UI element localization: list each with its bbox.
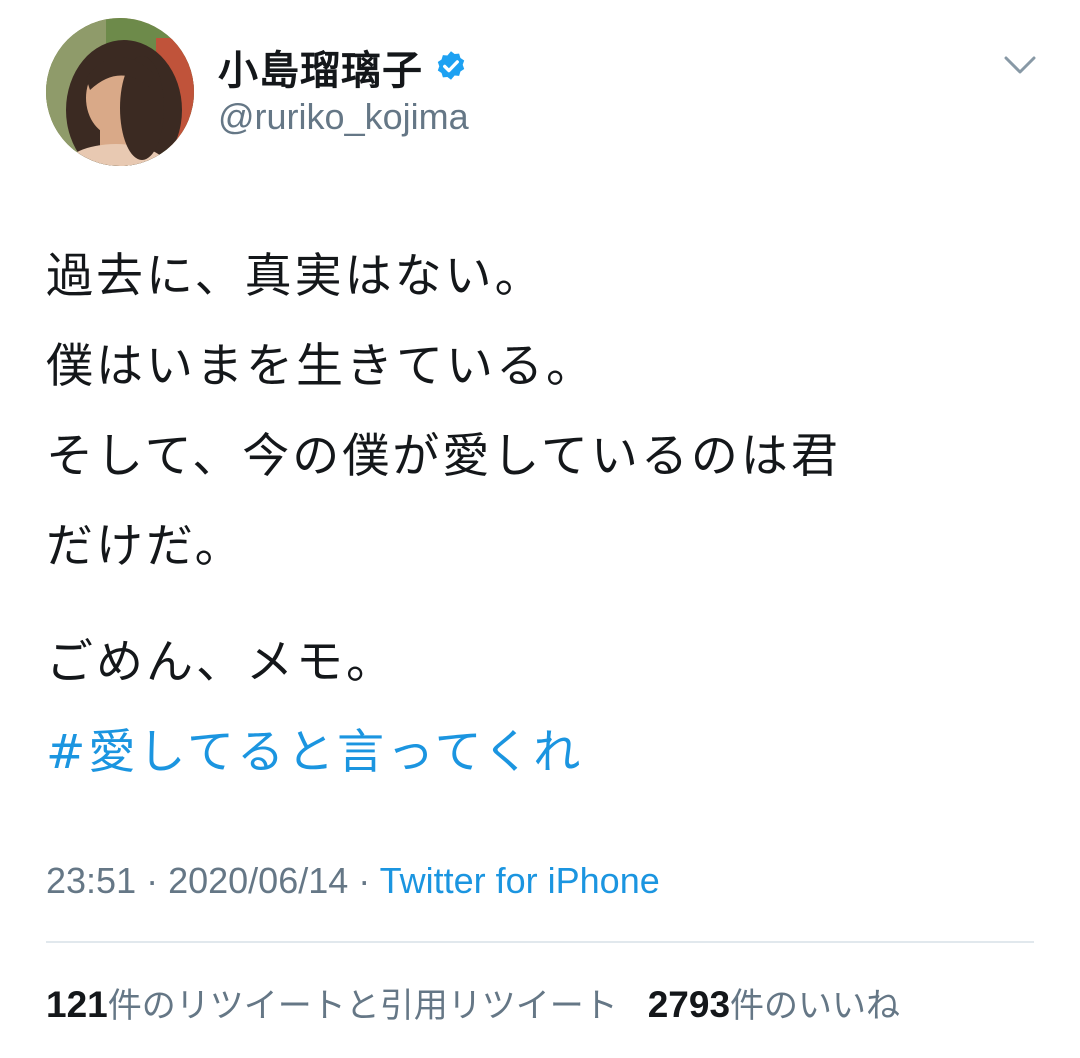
tweet-meta: 23:51 · 2020/06/14 · Twitter for iPhone <box>46 860 660 902</box>
tweet-text-line: 僕はいまを生きている。 <box>46 339 596 394</box>
hashtag-link[interactable]: #愛してると言ってくれ <box>46 708 1046 798</box>
tweet-text: 過去に、真実はない。 僕はいまを生きている。 そして、今の僕が愛しているのは君 … <box>46 232 1046 798</box>
meta-separator: · <box>136 860 169 901</box>
tweet-text-line: そして、今の僕が愛しているのは君 <box>46 429 841 484</box>
likes-label: 件のいいね <box>730 986 901 1026</box>
tweet-text-line: 過去に、真実はない。 <box>46 249 545 304</box>
divider <box>46 941 1034 943</box>
display-name[interactable]: 小島瑠璃子 <box>218 38 423 96</box>
user-handle[interactable]: @ruriko_kojima <box>218 96 469 138</box>
user-name-row[interactable]: 小島瑠璃子 <box>218 38 469 96</box>
tweet-card: 小島瑠璃子 @ruriko_kojima 過去に、真実はない。 僕はいまを生きて… <box>0 0 1080 1058</box>
tweet-text-line: だけだ。 <box>46 519 245 574</box>
likes-count: 2793 <box>647 984 731 1025</box>
tweet-source-link[interactable]: Twitter for iPhone <box>380 860 660 901</box>
retweets-label: 件のリツイートと引用リツイート <box>107 986 618 1026</box>
tweet-text-line: ごめん、メモ。 <box>46 635 396 690</box>
chevron-down-icon[interactable] <box>1000 50 1040 80</box>
tweet-time[interactable]: 23:51 <box>46 860 136 901</box>
retweets-count: 121 <box>46 984 108 1025</box>
avatar-photo <box>46 18 194 166</box>
tweet-date[interactable]: 2020/06/14 <box>168 860 348 901</box>
retweets-stat[interactable]: 121 件のリツイートと引用リツイート <box>46 978 618 1027</box>
avatar[interactable] <box>46 18 194 166</box>
tweet-stats: 121 件のリツイートと引用リツイート 2793 件のいいね <box>46 978 900 1027</box>
likes-stat[interactable]: 2793 件のいいね <box>648 978 900 1027</box>
meta-separator: · <box>348 860 380 901</box>
verified-badge-icon <box>433 49 469 85</box>
